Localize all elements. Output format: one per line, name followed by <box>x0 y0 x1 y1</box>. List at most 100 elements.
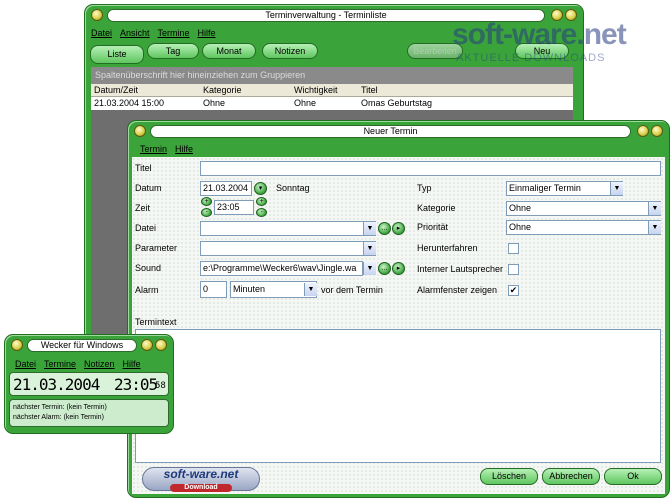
close-icon[interactable] <box>651 125 663 137</box>
zeit-down2-icon[interactable]: - <box>256 208 267 217</box>
table-row[interactable]: 21.03.2004 15:00 Ohne Ohne Omas Geburtst… <box>91 97 573 110</box>
chevron-down-icon[interactable]: ▼ <box>648 221 661 234</box>
label-datum: Datum <box>135 183 162 193</box>
tab-tag[interactable]: Tag <box>147 43 199 59</box>
list-header: Datum/Zeit Kategorie Wichtigkeit Titel <box>91 84 573 97</box>
wecker-menubar: Datei Termine Notizen Hilfe <box>15 359 141 369</box>
window-menu-icon[interactable] <box>11 339 23 351</box>
tab-monat[interactable]: Monat <box>202 43 256 59</box>
label-sound: Sound <box>135 263 162 273</box>
minimize-icon[interactable] <box>141 339 153 351</box>
wecker-window: Wecker für Windows Datei Termine Notizen… <box>4 334 174 434</box>
tab-liste[interactable]: Liste <box>90 45 144 64</box>
menu-termine[interactable]: Termine <box>44 359 76 369</box>
zeit-up2-icon[interactable]: + <box>256 197 267 206</box>
menu-ansicht[interactable]: Ansicht <box>120 28 150 38</box>
abbrechen-button[interactable]: Abbrechen <box>542 468 600 485</box>
sound-play-icon[interactable]: ▸ <box>392 262 405 275</box>
next-termin-text: nächster Termin: (kein Termin) <box>13 404 107 411</box>
alarmfenster-checkbox[interactable]: ✔ <box>508 285 519 296</box>
watermark-brand: soft-ware.net <box>452 18 627 51</box>
group-header[interactable]: Spaltenüberschrift hier hineinziehen zum… <box>91 67 573 84</box>
clock-display: 21.03.2004 23:05 58 <box>9 372 169 396</box>
label-herunterfahren: Herunterfahren <box>417 243 478 253</box>
zeit-up-icon[interactable]: + <box>201 197 212 206</box>
soft-ware-logo: soft-ware.net Download <box>142 467 260 492</box>
wecker-title: Wecker für Windows <box>27 339 137 352</box>
termin-info: nächster Termin: (kein Termin) nächster … <box>9 399 169 427</box>
label-alarm: Alarm <box>135 285 159 295</box>
logo-sub: Download <box>170 484 232 492</box>
col-kategorie[interactable]: Kategorie <box>203 84 242 97</box>
wecker-titlebar[interactable]: Wecker für Windows <box>9 338 169 353</box>
chevron-down-icon[interactable]: ▼ <box>363 222 376 235</box>
next-alarm-text: nächster Alarm: (kein Termin) <box>13 414 104 421</box>
calendar-dropdown-icon[interactable]: ▾ <box>254 182 267 195</box>
dialog-panel: Titel Datum 21.03.2004 ▾ Sonntag Zeit + … <box>132 157 665 494</box>
cell-titel: Omas Geburtstag <box>361 98 433 108</box>
menu-termin[interactable]: Termin <box>140 144 167 154</box>
menu-termine[interactable]: Termine <box>158 28 190 38</box>
termintext-area[interactable] <box>135 329 661 463</box>
watermark-sub: AKTUELLE DOWNLOADS <box>456 52 606 64</box>
titel-input[interactable] <box>200 161 661 176</box>
chevron-down-icon[interactable]: ▼ <box>648 202 661 215</box>
menu-hilfe[interactable]: Hilfe <box>123 359 141 369</box>
logo-text: soft-ware.net <box>163 467 239 481</box>
loeschen-button[interactable]: Löschen <box>480 468 538 485</box>
label-lautsprecher: Interner Lautsprecher <box>417 264 504 274</box>
herunterfahren-checkbox[interactable] <box>508 243 519 254</box>
label-parameter: Parameter <box>135 243 178 253</box>
dialog-titlebar[interactable]: Neuer Termin <box>132 124 665 139</box>
typ-select[interactable]: Einmaliger Termin <box>506 181 623 196</box>
label-prioritaet: Priorität <box>417 222 449 232</box>
menu-datei[interactable]: Datei <box>91 28 112 38</box>
ok-button[interactable]: Ok <box>604 468 662 485</box>
window-menu-icon[interactable] <box>91 9 103 21</box>
menu-hilfe[interactable]: Hilfe <box>175 144 193 154</box>
col-wichtigkeit[interactable]: Wichtigkeit <box>294 84 338 97</box>
clock-time: 23:05 <box>114 375 158 394</box>
datei-browse-icon[interactable]: … <box>378 222 391 235</box>
kategorie-select[interactable]: Ohne <box>506 201 661 216</box>
cell-kategorie: Ohne <box>203 98 226 108</box>
zeit-input[interactable]: 23:05 <box>214 200 254 215</box>
dialog-menubar: Termin Hilfe <box>140 144 193 154</box>
parameter-select[interactable] <box>200 241 376 256</box>
label-typ: Typ <box>417 183 432 193</box>
chevron-down-icon[interactable]: ▼ <box>363 242 376 255</box>
lautsprecher-checkbox[interactable] <box>508 264 519 275</box>
cell-datum: 21.03.2004 15:00 <box>94 98 165 108</box>
window-menu-icon[interactable] <box>134 125 146 137</box>
main-menubar: Datei Ansicht Termine Hilfe <box>91 28 216 38</box>
label-kategorie: Kategorie <box>417 203 456 213</box>
datum-input[interactable]: 21.03.2004 <box>200 181 252 196</box>
sound-select[interactable]: e:\Programme\Wecker6\wav\Jingle.wa <box>200 261 363 276</box>
col-titel[interactable]: Titel <box>361 84 378 97</box>
label-alarmfenster: Alarmfenster zeigen <box>417 285 498 295</box>
menu-datei[interactable]: Datei <box>15 359 36 369</box>
vor-dem-termin-text: vor dem Termin <box>321 285 383 295</box>
datei-play-icon[interactable]: ▸ <box>392 222 405 235</box>
tab-notizen[interactable]: Notizen <box>262 43 318 59</box>
minimize-icon[interactable] <box>637 125 649 137</box>
cell-wichtigkeit: Ohne <box>294 98 317 108</box>
sound-browse-icon[interactable]: … <box>378 262 391 275</box>
menu-notizen[interactable]: Notizen <box>84 359 115 369</box>
col-datum[interactable]: Datum/Zeit <box>94 84 138 97</box>
close-icon[interactable] <box>155 339 167 351</box>
datei-select[interactable] <box>200 221 376 236</box>
dialog-title: Neuer Termin <box>150 125 631 138</box>
chevron-down-icon[interactable]: ▼ <box>304 283 317 296</box>
wochentag-text: Sonntag <box>276 183 310 193</box>
prioritaet-select[interactable]: Ohne <box>506 220 661 235</box>
clock-seconds: 58 <box>155 381 166 391</box>
clock-date: 21.03.2004 <box>13 375 100 394</box>
zeit-down-icon[interactable]: - <box>201 208 212 217</box>
alarm-input[interactable]: 0 <box>200 281 227 298</box>
menu-hilfe[interactable]: Hilfe <box>198 28 216 38</box>
chevron-down-icon[interactable]: ▼ <box>363 262 376 275</box>
label-zeit: Zeit <box>135 203 151 213</box>
chevron-down-icon[interactable]: ▼ <box>610 182 623 195</box>
label-termintext: Termintext <box>135 317 177 327</box>
